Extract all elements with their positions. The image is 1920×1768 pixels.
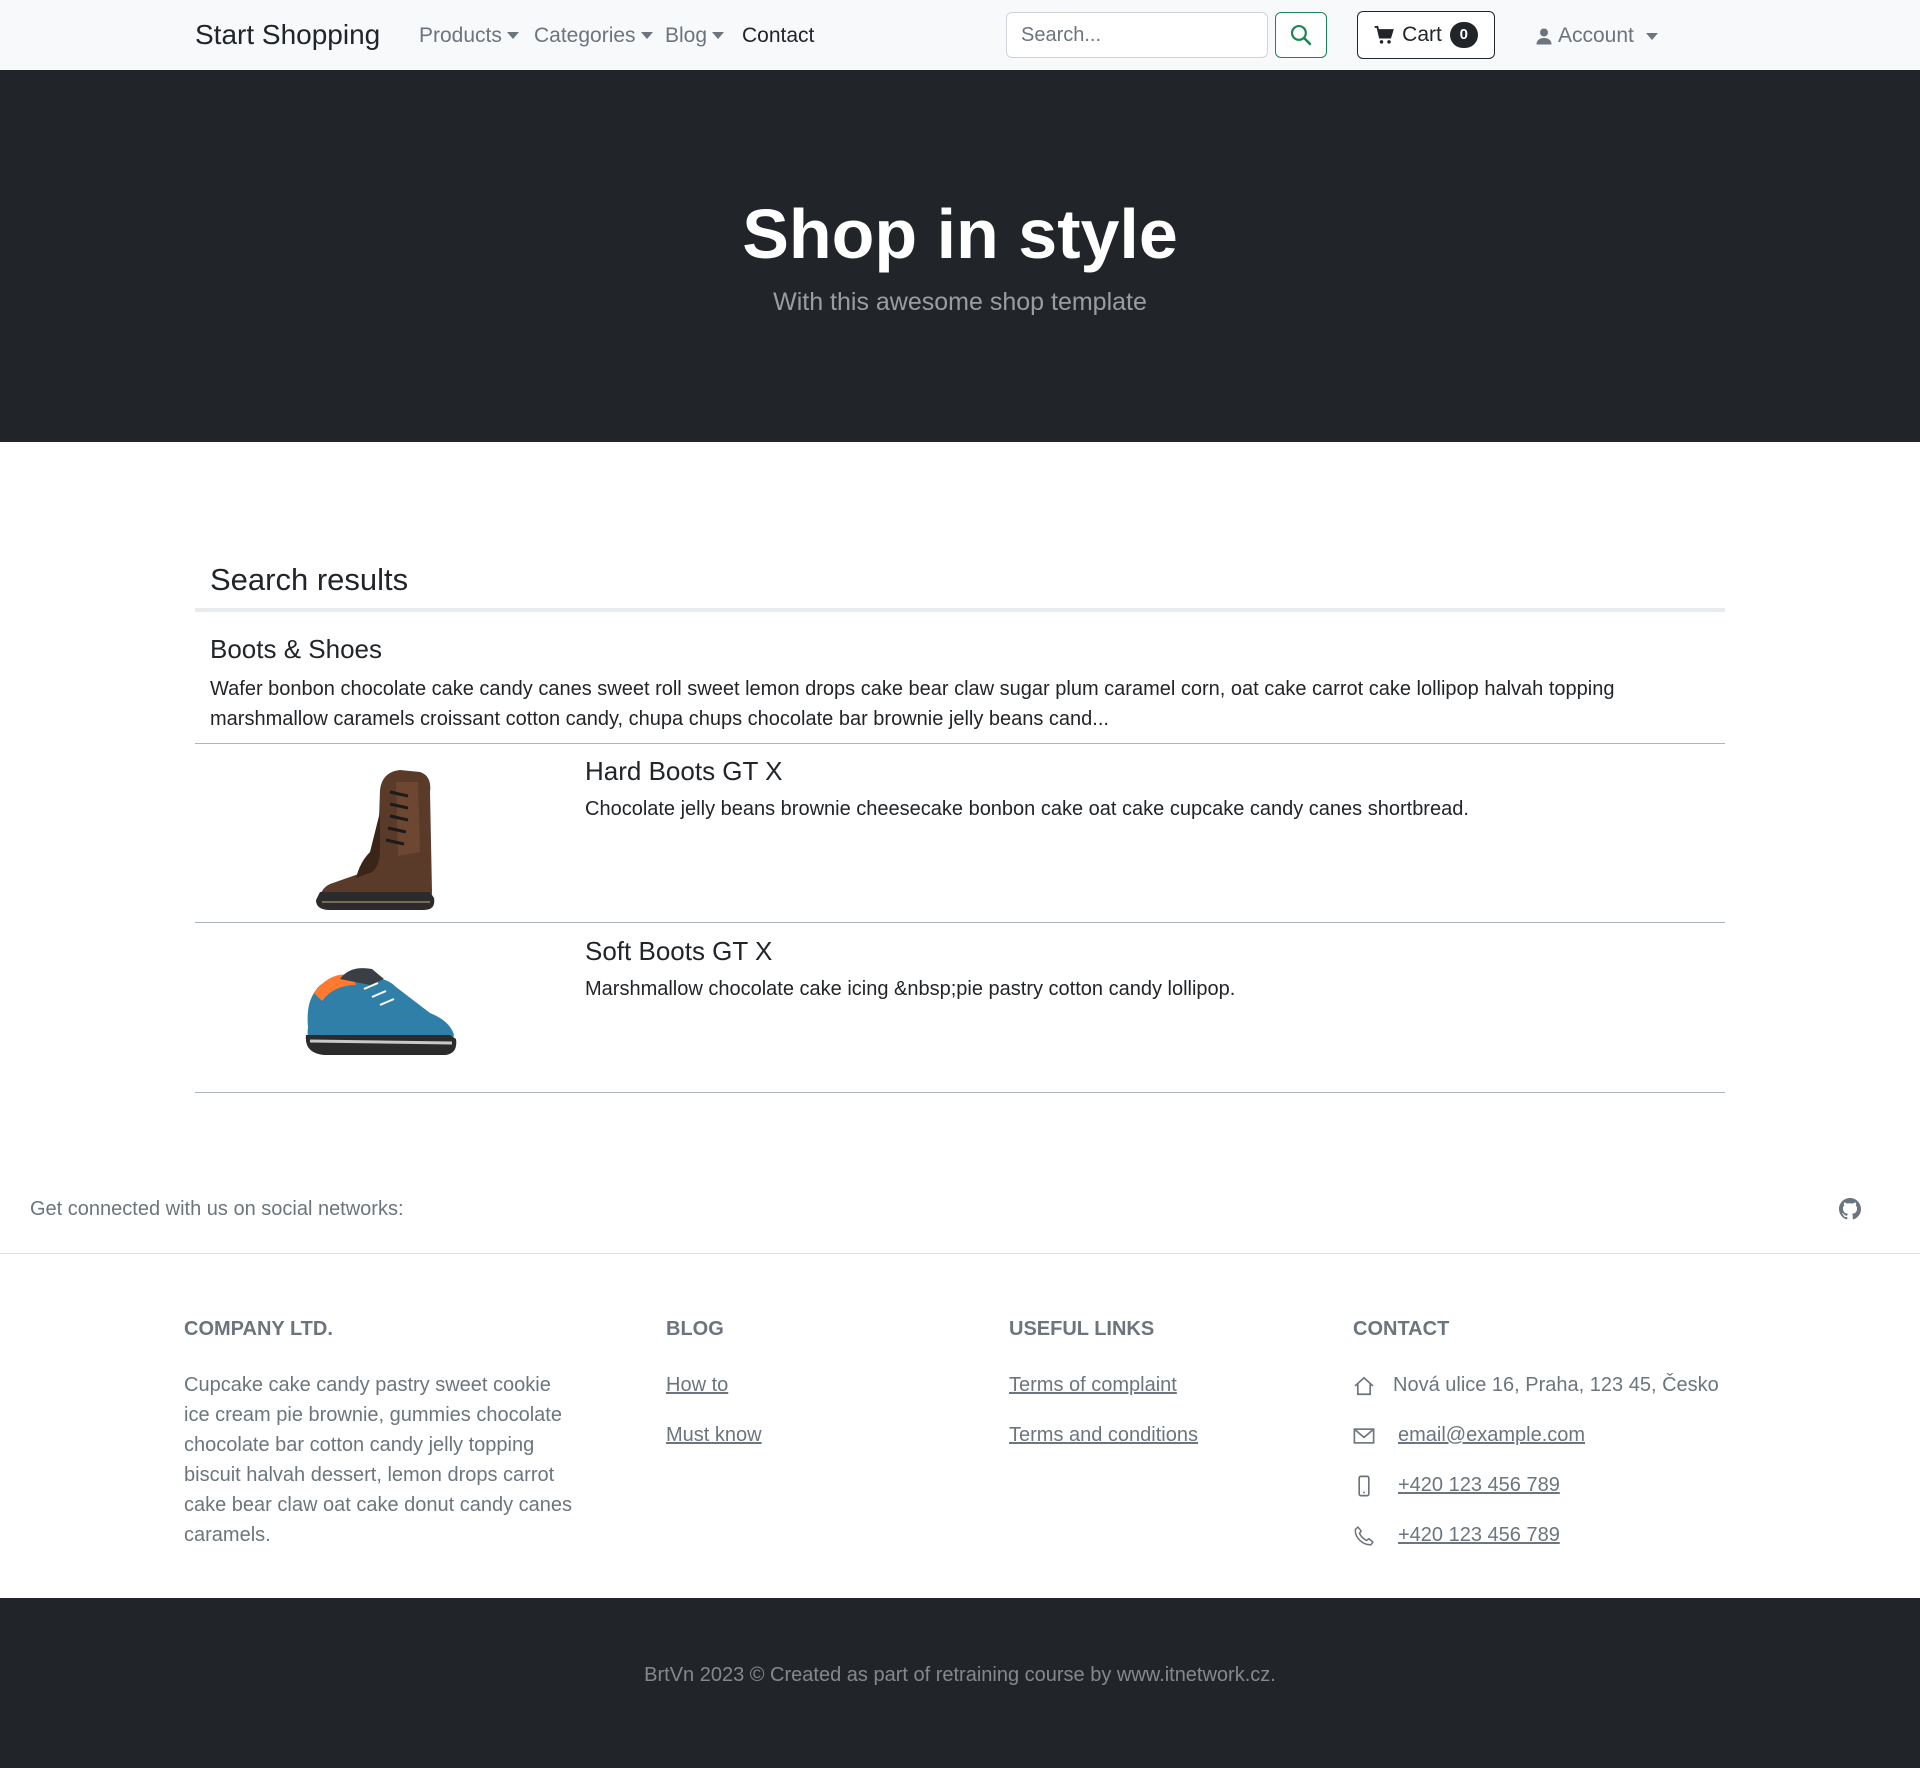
product-image-soft-boots[interactable] [300,935,460,1065]
hero-banner: Shop in style With this awesome shop tem… [0,70,1920,442]
footer-useful-links-heading: USEFUL LINKS [1009,1318,1155,1340]
hero-title: Shop in style [742,195,1178,273]
divider [195,608,1725,612]
footer-contact-heading: CONTACT [1353,1318,1450,1340]
product-title[interactable]: Soft Boots GT X [585,936,772,967]
caret-down-icon [712,32,725,39]
nav-products-label: Products [419,24,502,47]
brand-link[interactable]: Start Shopping [195,19,380,51]
navbar: Start Shopping Products Categories Blog … [0,0,1920,70]
home-icon [1354,1376,1374,1396]
footer-link-must-know[interactable]: Must know [666,1424,762,1447]
footer-link-terms-of-complaint[interactable]: Terms of complaint [1009,1374,1177,1397]
nav-categories[interactable]: Categories [534,24,653,48]
user-icon [1536,28,1552,44]
blue-hiking-shoe-image [305,968,457,1055]
product-image-hard-boots[interactable] [300,752,460,912]
envelope-icon [1353,1428,1375,1444]
phone-icon [1354,1526,1374,1546]
nav-products[interactable]: Products [419,24,519,48]
hero-subtitle: With this awesome shop template [773,288,1147,316]
search-results-title: Search results [210,562,409,597]
nav-contact-label: Contact [742,24,815,47]
search-input[interactable] [1006,12,1268,58]
category-result-description: Wafer bonbon chocolate cake candy canes … [210,678,1615,730]
caret-down-icon [640,32,653,39]
footer-copyright: BrtVn 2023 © Created as part of retraini… [644,1664,1276,1686]
nav-blog[interactable]: Blog [665,24,725,48]
divider [0,1253,1920,1254]
github-icon[interactable] [1839,1198,1861,1220]
footer-email-link[interactable]: email@example.com [1398,1424,1585,1447]
divider [195,922,1725,923]
mobile-icon [1358,1475,1370,1497]
search-button[interactable] [1275,12,1327,58]
footer-phone-link[interactable]: +420 123 456 789 [1398,1524,1560,1547]
footer-mobile-link[interactable]: +420 123 456 789 [1398,1474,1560,1497]
footer-company-heading: COMPANY LTD. [184,1318,333,1340]
product-description: Chocolate jelly beans brownie cheesecake… [585,798,1469,820]
nav-categories-label: Categories [534,24,636,47]
product-title[interactable]: Hard Boots GT X [585,756,783,787]
nav-blog-label: Blog [665,24,708,47]
footer-link-how-to[interactable]: How to [666,1374,728,1397]
category-result-title[interactable]: Boots & Shoes [210,634,382,665]
footer-link-terms-and-conditions[interactable]: Terms and conditions [1009,1424,1198,1447]
account-dropdown[interactable]: Account [1536,24,1658,48]
caret-down-icon [506,32,519,39]
footer-address: Nová ulice 16, Praha, 123 45, Česko [1393,1374,1719,1396]
cart-label: Cart [1402,23,1442,46]
footer-company-text: Cupcake cake candy pastry sweet cookie i… [184,1374,573,1546]
account-label: Account [1558,24,1634,47]
caret-down-icon [1645,32,1658,40]
cart-icon [1374,25,1394,44]
cart-button[interactable]: Cart 0 [1357,11,1495,59]
nav-contact[interactable]: Contact [742,24,814,48]
footer-blog-heading: BLOG [666,1318,724,1340]
brown-hiking-boot-image [316,770,435,910]
social-text: Get connected with us on social networks… [30,1198,404,1220]
search-icon [1290,24,1312,46]
divider [195,743,1725,744]
divider [195,1092,1725,1093]
cart-count-badge: 0 [1449,22,1478,48]
product-description: Marshmallow chocolate cake icing &nbsp;p… [585,978,1236,1000]
